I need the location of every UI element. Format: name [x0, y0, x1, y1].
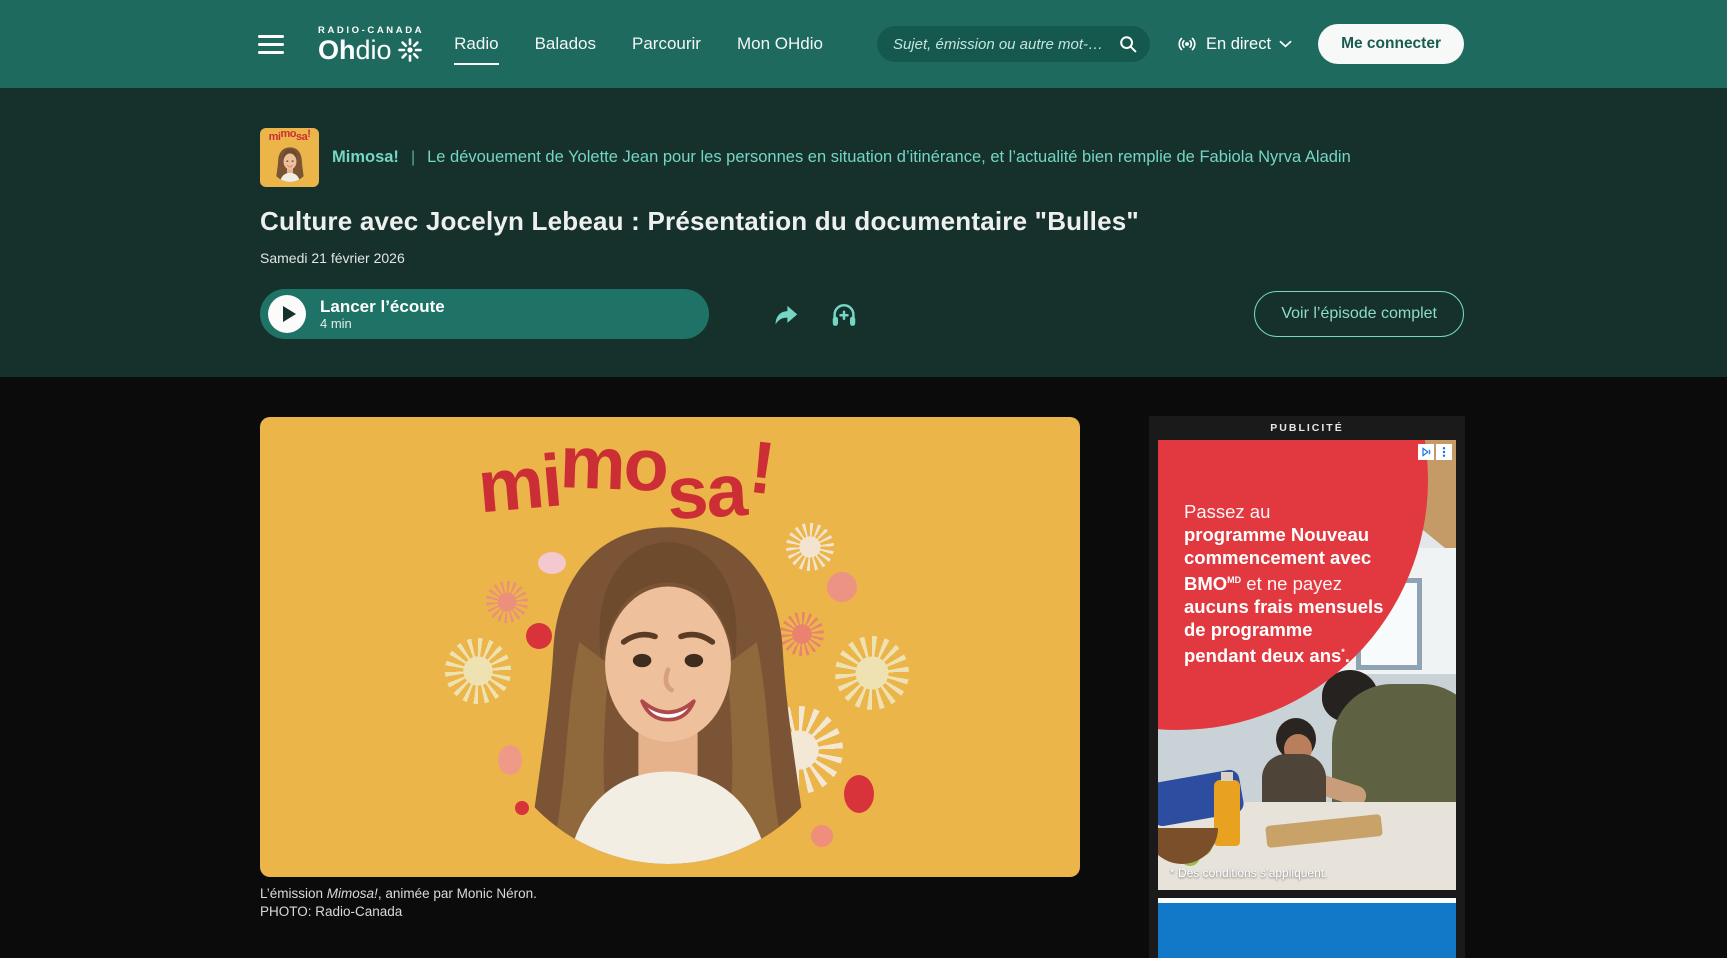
main-content: mimosa! [0, 377, 1727, 958]
share-button[interactable] [771, 300, 801, 328]
caption-photo-credit: PHOTO: Radio-Canada [260, 903, 537, 921]
breadcrumb-show-link[interactable]: Mimosa! [332, 148, 399, 167]
brand-radio-canada: RADIO-CANADA [318, 25, 424, 36]
main-nav: Radio Balados Parcourir Mon OHdio [454, 34, 823, 54]
top-navbar: RADIO-CANADA Ohdio Radio Balados Parcour… [0, 0, 1727, 88]
breadcrumb-separator: | [411, 149, 415, 167]
share-icon [771, 300, 801, 328]
breadcrumb-episode-link[interactable]: Le dévouement de Yolette Jean pour les p… [427, 148, 1351, 167]
play-label: Lancer l’écoute [320, 297, 445, 317]
ad-copy: Passez au programme Nouveau commencement… [1184, 500, 1383, 667]
play-icon [283, 306, 296, 322]
adchoices-icon[interactable] [1418, 444, 1434, 460]
search-icon[interactable] [1118, 34, 1138, 54]
live-label: En direct [1206, 35, 1271, 54]
second-ad-banner[interactable] [1158, 898, 1456, 958]
live-button[interactable]: En direct [1176, 33, 1292, 55]
hero-actions: Lancer l’écoute 4 min Voir l’épisode com… [260, 288, 1464, 340]
caption-show-name: Mimosa! [327, 886, 378, 901]
thumbnail-logo: mimosa! [260, 131, 319, 142]
bmo-ad-banner[interactable]: Passez au programme Nouveau commencement… [1158, 440, 1456, 890]
breadcrumb: mimosa! Mimosa! | Le [260, 128, 1464, 187]
ad-conditions: * Des conditions s’appliquent. [1170, 866, 1327, 880]
brand-oh: Oh [318, 37, 356, 64]
nav-parcourir[interactable]: Parcourir [632, 34, 701, 54]
episode-hero: mimosa! Mimosa! | Le [0, 88, 1727, 377]
artwork-caption: L’émission Mimosa!, animée par Monic Nér… [260, 885, 537, 921]
live-broadcast-icon [1176, 33, 1198, 55]
ad-label: PUBLICITÉ [1149, 422, 1465, 434]
ohdio-logo[interactable]: RADIO-CANADA Ohdio [318, 25, 424, 64]
menu-button[interactable] [258, 35, 284, 54]
search-input[interactable] [893, 36, 1118, 53]
nav-radio[interactable]: Radio [454, 34, 498, 54]
episode-duration: 4 min [320, 316, 445, 331]
show-artwork: mimosa! [260, 417, 1080, 877]
caption-text: L’émission [260, 886, 327, 901]
host-portrait [483, 494, 853, 864]
episode-date: Samedi 21 février 2026 [260, 250, 405, 266]
page-title: Culture avec Jocelyn Lebeau : Présentati… [260, 206, 1139, 237]
radio-canada-gem-icon [397, 37, 423, 63]
add-to-listen-list-button[interactable] [829, 299, 859, 329]
nav-balados[interactable]: Balados [535, 34, 596, 54]
view-full-episode-button[interactable]: Voir l’épisode complet [1254, 291, 1464, 337]
menu-icon [258, 35, 284, 38]
chevron-down-icon [1279, 40, 1292, 48]
host-portrait-mini [271, 144, 309, 182]
login-button[interactable]: Me connecter [1318, 24, 1464, 64]
ad-menu-dots-icon[interactable] [1436, 444, 1452, 460]
headphones-plus-icon [829, 299, 859, 329]
show-thumbnail[interactable]: mimosa! [260, 128, 319, 187]
brand-dio: dio [356, 37, 392, 64]
play-button[interactable]: Lancer l’écoute 4 min [260, 289, 709, 339]
search-box[interactable] [877, 26, 1150, 62]
nav-mon-ohdio[interactable]: Mon OHdio [737, 34, 823, 54]
ad-sidebar: PUBLICITÉ [1149, 416, 1465, 958]
page: RADIO-CANADA Ohdio Radio Balados Parcour… [0, 0, 1727, 958]
play-circle [268, 295, 306, 333]
